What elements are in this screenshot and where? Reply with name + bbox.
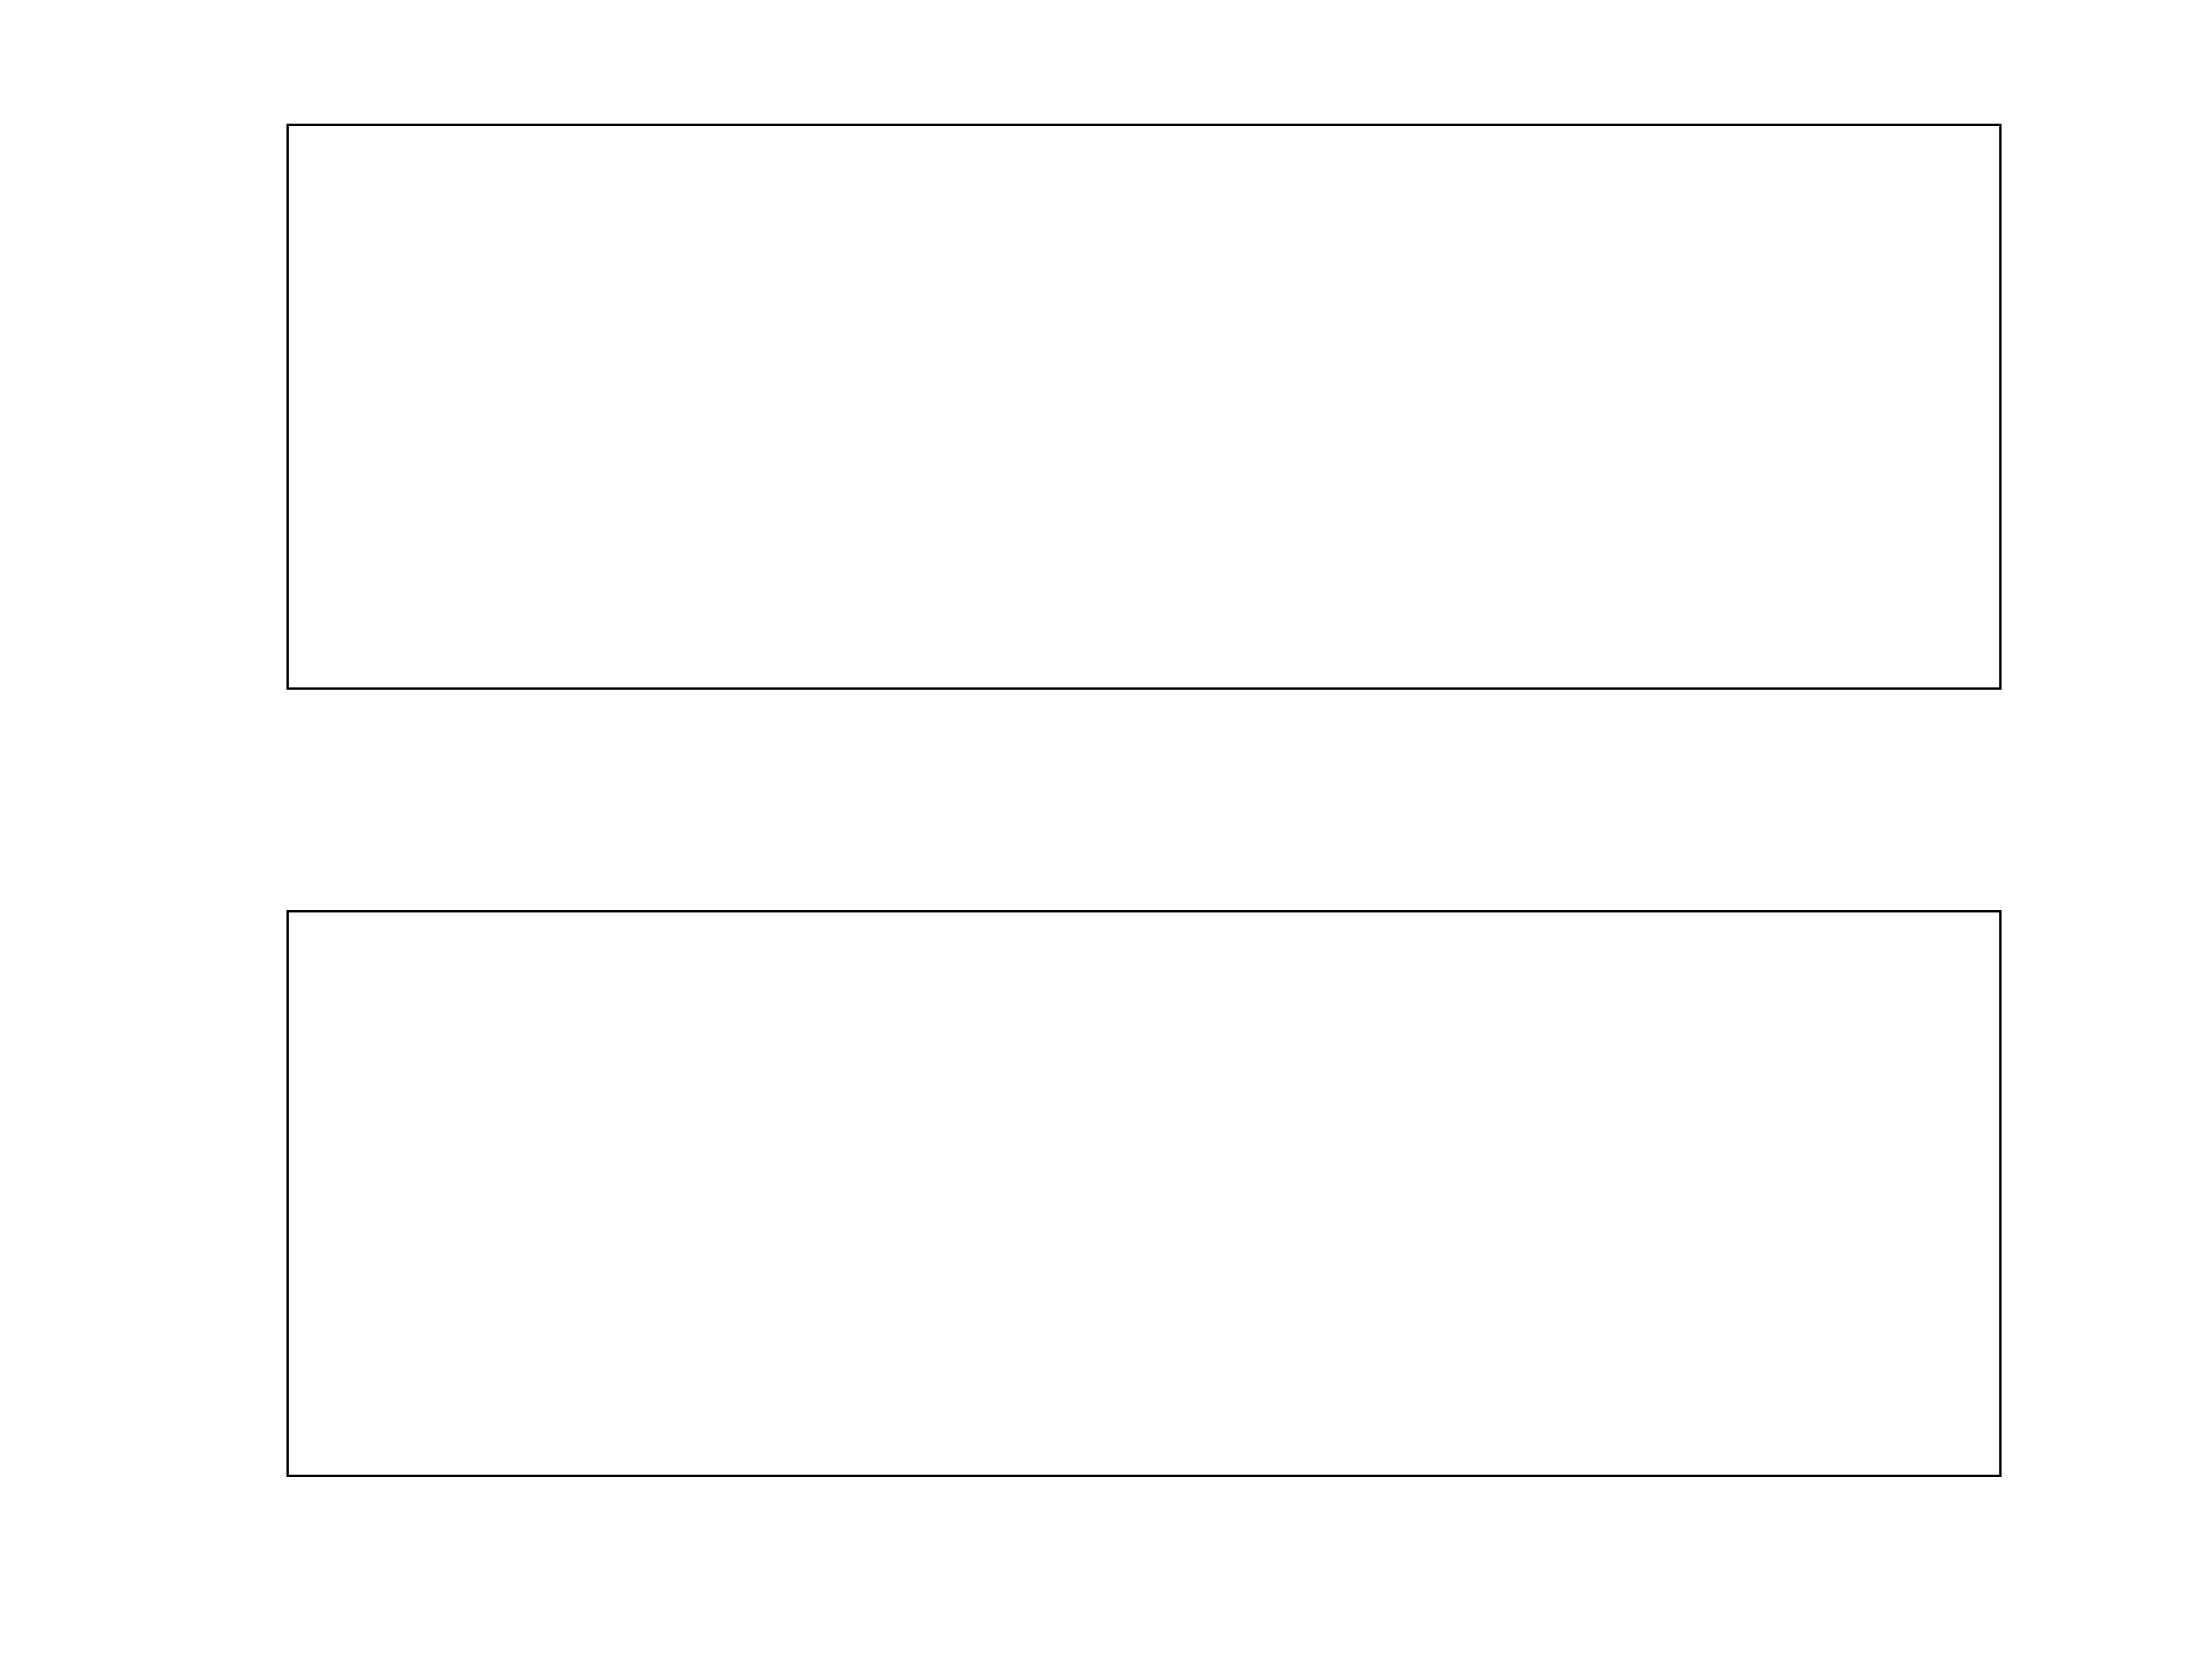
spectrogram-image (289, 126, 1999, 687)
sound-units-plot (286, 910, 2002, 1477)
spectrogram-plot (286, 124, 2002, 690)
matlab-figure (0, 0, 2212, 1659)
